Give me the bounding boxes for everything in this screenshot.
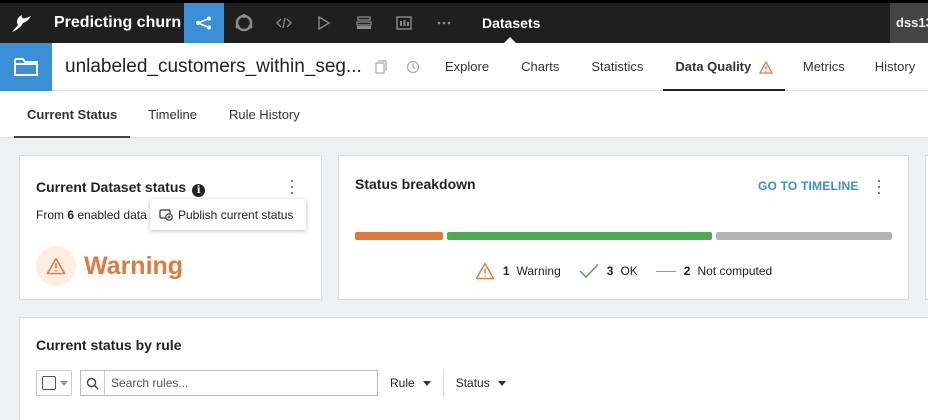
chevron-down-icon xyxy=(60,380,68,386)
info-icon[interactable]: i xyxy=(192,184,206,197)
rules-status-title: Current status by rule xyxy=(36,337,182,353)
tab-history[interactable]: History xyxy=(863,43,927,91)
current-status-title: Current Dataset status i xyxy=(36,179,206,197)
recipes-icon[interactable] xyxy=(224,3,264,43)
caret-down-icon xyxy=(497,380,506,386)
copy-icon[interactable] xyxy=(365,43,397,91)
publish-icon xyxy=(159,208,173,221)
legend-ok: 3 OK xyxy=(579,263,638,279)
status-menu-icon[interactable] xyxy=(286,180,298,194)
breakdown-menu-icon[interactable] xyxy=(873,180,885,194)
status-breakdown-title: Status breakdown xyxy=(355,176,476,192)
dash-icon xyxy=(655,270,676,272)
dataset-header: unlabeled_customers_within_seg... Explor… xyxy=(0,42,928,91)
bar-segment-warning xyxy=(355,232,444,240)
bar-segment-ok xyxy=(447,232,712,240)
user-badge[interactable]: dss13 xyxy=(890,3,928,43)
dataset-tabs: Explore Charts Statistics Data Quality M… xyxy=(433,43,927,91)
tab-charts[interactable]: Charts xyxy=(509,43,571,91)
rule-filter-dropdown[interactable]: Rule xyxy=(390,370,431,396)
search-rules-input[interactable] xyxy=(111,372,371,394)
toolbar-divider xyxy=(442,370,444,396)
rules-status-card: Current status by rule Rule Status xyxy=(19,317,928,420)
nav-datasets[interactable]: Datasets xyxy=(482,3,540,43)
dataset-status: Warning xyxy=(36,246,183,286)
legend-warning: 1 Warning xyxy=(475,262,561,280)
subtab-current-status[interactable]: Current Status xyxy=(14,91,131,138)
top-navigation-bar: Predicting churn Datasets dss13 xyxy=(0,0,928,43)
rules-toolbar: Rule Status xyxy=(36,370,506,396)
check-icon xyxy=(579,263,599,279)
warning-icon xyxy=(36,246,76,286)
play-icon[interactable] xyxy=(304,3,344,43)
select-all-checkbox[interactable] xyxy=(42,376,56,390)
tab-metrics[interactable]: Metrics xyxy=(791,43,857,91)
stack-icon[interactable] xyxy=(344,3,384,43)
dashboard-icon[interactable] xyxy=(384,3,424,43)
more-icon[interactable] xyxy=(424,3,464,43)
code-icon[interactable] xyxy=(264,3,304,43)
status-breakdown-card: Status breakdown GO TO TIMELINE 1 Warning… xyxy=(338,155,909,300)
bar-segment-not-computed xyxy=(715,232,892,240)
search-icon[interactable] xyxy=(81,371,105,395)
go-to-timeline-link[interactable]: GO TO TIMELINE xyxy=(758,179,859,193)
subtab-timeline[interactable]: Timeline xyxy=(134,91,211,138)
history-sync-icon[interactable] xyxy=(397,43,429,91)
caret-down-icon xyxy=(422,380,431,386)
status-filter-dropdown[interactable]: Status xyxy=(456,370,506,396)
status-legend: 1 Warning 3 OK 2 Not computed xyxy=(339,262,908,280)
enabled-rules-text: From 6 enabled data xyxy=(36,208,147,222)
tab-explore[interactable]: Explore xyxy=(433,43,501,91)
warning-icon xyxy=(475,262,495,280)
tab-data-quality[interactable]: Data Quality xyxy=(663,43,785,91)
status-label: Warning xyxy=(84,251,184,280)
legend-not-computed: 2 Not computed xyxy=(655,264,772,278)
tab-statistics[interactable]: Statistics xyxy=(579,43,655,91)
publish-status-menu-item[interactable]: Publish current status xyxy=(150,199,306,230)
data-quality-subtabs: Current Status Timeline Rule History xyxy=(0,91,928,138)
search-box xyxy=(80,370,378,396)
project-name[interactable]: Predicting churn xyxy=(54,14,184,32)
flow-icon[interactable] xyxy=(184,3,224,43)
subtab-rule-history[interactable]: Rule History xyxy=(215,91,314,138)
bird-logo-icon[interactable] xyxy=(0,3,42,43)
select-all-dropdown[interactable] xyxy=(36,370,72,396)
warning-icon xyxy=(758,60,773,74)
dataset-title: unlabeled_customers_within_seg... xyxy=(65,55,362,77)
folder-icon xyxy=(0,42,52,91)
